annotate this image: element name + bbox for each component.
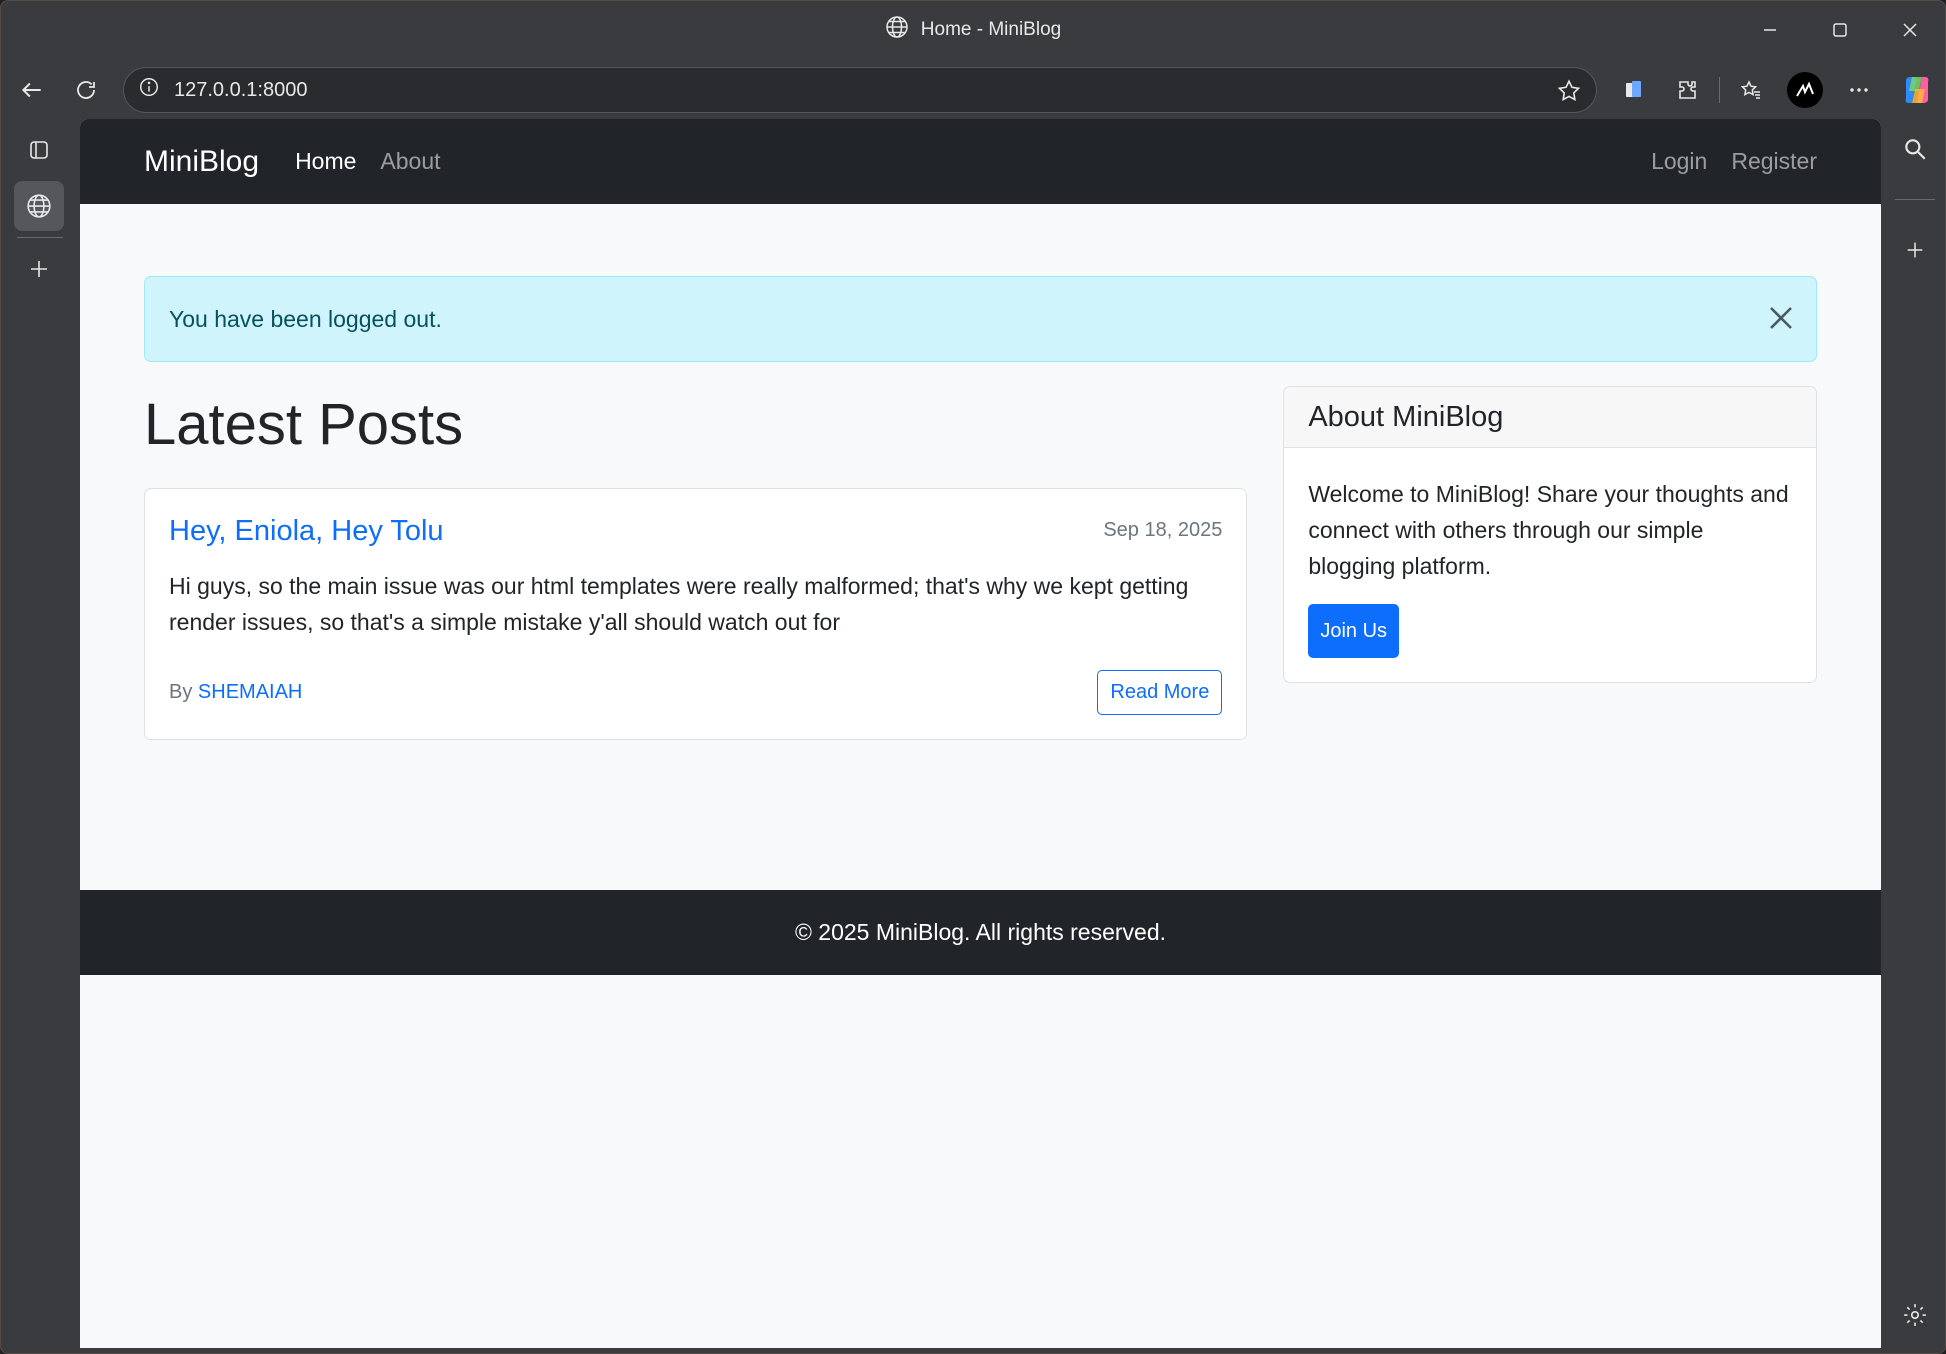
more-options-icon[interactable] xyxy=(1832,65,1886,115)
window-controls xyxy=(1735,1,1945,59)
gear-icon[interactable] xyxy=(1883,1285,1945,1345)
copilot-icon[interactable] xyxy=(1890,65,1944,115)
window-title: Home - MiniBlog xyxy=(885,15,1061,45)
address-bar[interactable]: 127.0.0.1:8000 xyxy=(123,67,1597,113)
sidebar-divider xyxy=(1895,199,1935,200)
posts-column: Latest Posts Hey, Eniola, Hey Tolu Sep 1… xyxy=(144,386,1248,740)
logout-alert: You have been logged out. xyxy=(144,276,1817,362)
post-byline: By SHEMAIAH xyxy=(169,681,302,704)
tab-actions-icon[interactable] xyxy=(14,125,64,175)
refresh-icon[interactable] xyxy=(59,63,113,117)
content-row: Latest Posts Hey, Eniola, Hey Tolu Sep 1… xyxy=(144,386,1817,740)
vertical-tab-bar xyxy=(1,119,79,1353)
page-viewport: MiniBlog Home About Login Register You h… xyxy=(80,119,1881,1348)
edge-sidebar xyxy=(1883,119,1945,1353)
about-card-body: Welcome to MiniBlog! Share your thoughts… xyxy=(1284,448,1816,682)
nav-register[interactable]: Register xyxy=(1731,148,1817,175)
favorite-star-icon[interactable] xyxy=(1556,78,1582,110)
about-text: Welcome to MiniBlog! Share your thoughts… xyxy=(1308,481,1789,579)
title-bar: Home - MiniBlog xyxy=(1,1,1945,59)
browser-toolbar: 127.0.0.1:8000 xyxy=(1,61,1945,119)
site-info-icon[interactable] xyxy=(138,76,160,104)
post-footer: By SHEMAIAH Read More xyxy=(169,669,1223,715)
new-tab-plus-icon[interactable] xyxy=(14,244,64,294)
search-icon[interactable] xyxy=(1883,119,1945,179)
minimize-icon[interactable] xyxy=(1735,1,1805,59)
profile-avatar[interactable] xyxy=(1778,65,1832,115)
about-card: About MiniBlog Welcome to MiniBlog! Shar… xyxy=(1283,386,1817,683)
extensions-icon[interactable] xyxy=(1661,65,1715,115)
toolbar-divider xyxy=(1719,77,1720,103)
author-link[interactable]: SHEMAIAH xyxy=(198,681,302,703)
browser-window: Home - MiniBlog 127.0.0.1:8000 MiniBlog … xyxy=(0,0,1946,1354)
sidebar-column: About MiniBlog Welcome to MiniBlog! Shar… xyxy=(1283,386,1817,740)
maximize-icon[interactable] xyxy=(1805,1,1875,59)
brand-logo[interactable]: MiniBlog xyxy=(144,145,259,179)
close-window-icon[interactable] xyxy=(1875,1,1945,59)
favorites-icon[interactable] xyxy=(1724,65,1778,115)
close-icon[interactable] xyxy=(1766,303,1796,339)
nav-home[interactable]: Home xyxy=(295,148,356,175)
add-plus-icon[interactable] xyxy=(1883,220,1945,280)
nav-login[interactable]: Login xyxy=(1651,148,1707,175)
url-text[interactable]: 127.0.0.1:8000 xyxy=(174,79,307,102)
post-title-link[interactable]: Hey, Eniola, Hey Tolu xyxy=(169,515,1222,548)
site-footer: © 2025 MiniBlog. All rights reserved. xyxy=(80,890,1881,975)
read-more-button[interactable]: Read More xyxy=(1097,669,1223,715)
about-card-title: About MiniBlog xyxy=(1284,387,1816,448)
back-arrow-icon[interactable] xyxy=(5,63,59,117)
toolbar-actions xyxy=(1607,65,1944,115)
globe-icon xyxy=(885,15,909,45)
site-navbar: MiniBlog Home About Login Register xyxy=(80,119,1881,204)
tab-miniblog-globe-icon[interactable] xyxy=(14,181,64,231)
tab-title: Home - MiniBlog xyxy=(920,19,1062,40)
main-container: You have been logged out. Latest Posts H… xyxy=(80,276,1881,740)
post-card: Hey, Eniola, Hey Tolu Sep 18, 2025 Hi gu… xyxy=(144,487,1248,740)
join-us-button[interactable]: Join Us xyxy=(1308,604,1400,658)
tab-divider xyxy=(17,237,63,238)
post-excerpt: Hi guys, so the main issue was our html … xyxy=(169,572,1189,635)
alert-message: You have been logged out. xyxy=(169,305,442,332)
page-title: Latest Posts xyxy=(144,392,464,457)
nav-auth-links: Login Register xyxy=(1627,148,1817,175)
post-date: Sep 18, 2025 xyxy=(1103,518,1223,541)
by-label: By xyxy=(169,680,193,703)
collections-icon[interactable] xyxy=(1607,65,1661,115)
footer-copyright: © 2025 MiniBlog. All rights reserved. xyxy=(794,919,1167,945)
nav-about[interactable]: About xyxy=(380,148,440,175)
